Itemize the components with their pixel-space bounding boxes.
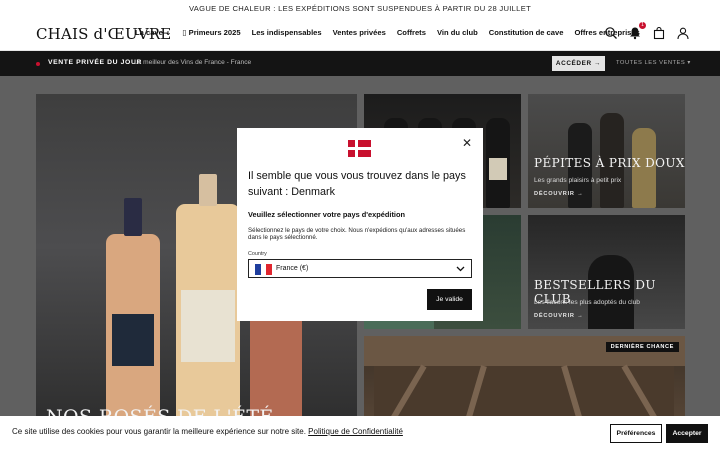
- country-select[interactable]: France (€): [248, 259, 472, 278]
- cookie-accept-button[interactable]: Accepter: [666, 424, 708, 443]
- cookie-text: Ce site utilise des cookies pour vous ga…: [12, 427, 403, 436]
- privacy-policy-link[interactable]: Politique de Confidentialité: [308, 427, 403, 436]
- country-select-modal: ✕ Il semble que vous vous trouvez dans l…: [237, 128, 483, 321]
- cookie-message: Ce site utilise des cookies pour vous ga…: [12, 427, 306, 436]
- country-select-value: France (€): [276, 265, 309, 272]
- modal-heading: Il semble que vous vous trouvez dans le …: [248, 170, 466, 198]
- france-flag-icon: [255, 264, 272, 275]
- cookie-preferences-button[interactable]: Préférences: [610, 424, 662, 443]
- modal-subheading: Veuillez sélectionner votre pays d'expéd…: [248, 210, 406, 219]
- confirm-country-button[interactable]: Je valide: [427, 289, 472, 310]
- country-field-label: Country: [248, 251, 267, 257]
- cookie-banner: Ce site utilise des cookies pour vous ga…: [0, 416, 720, 450]
- close-icon[interactable]: ✕: [461, 137, 473, 149]
- modal-paragraph: Sélectionnez le pays de votre choix. Nou…: [248, 227, 466, 242]
- denmark-flag-icon: [348, 140, 371, 157]
- chevron-down-icon: [456, 264, 465, 273]
